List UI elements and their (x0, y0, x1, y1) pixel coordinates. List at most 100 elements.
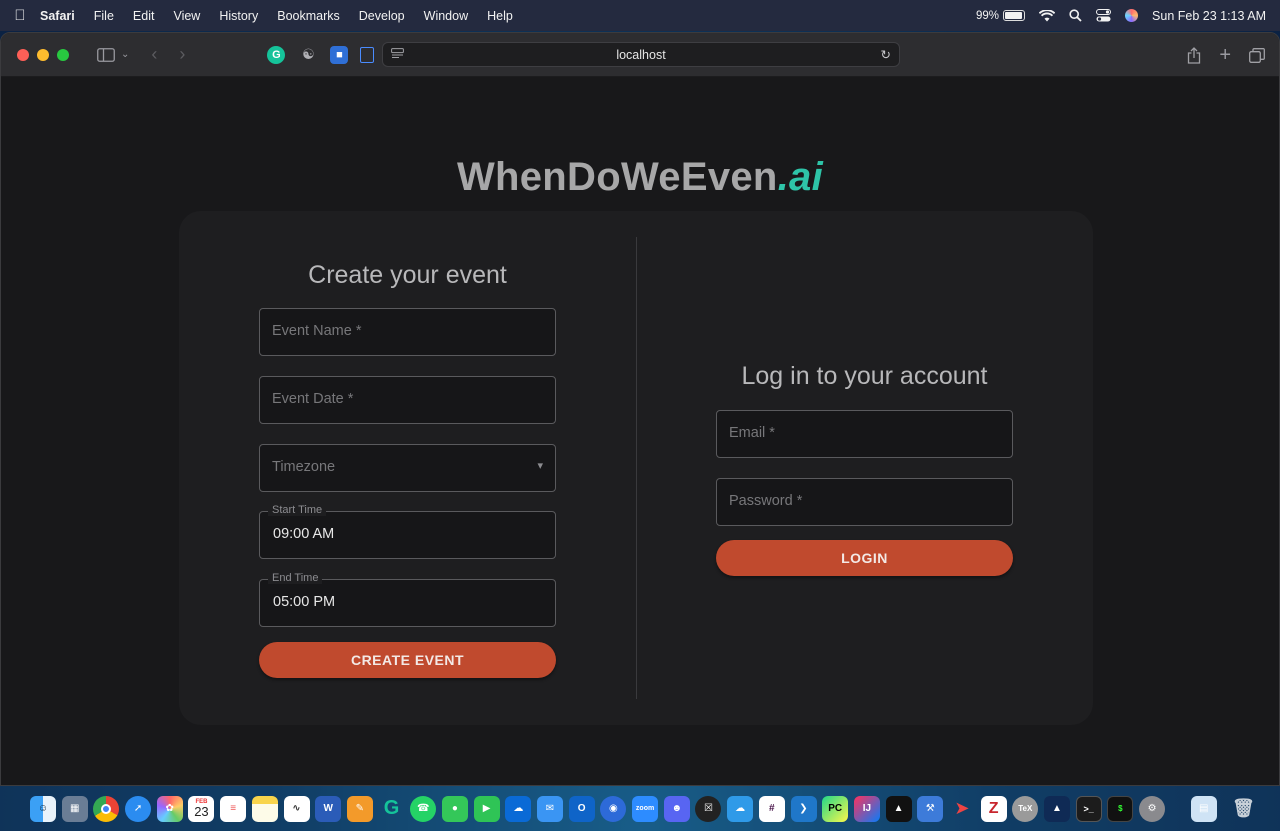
chevron-down-icon: ▾ (537, 460, 543, 472)
menu-history[interactable]: History (219, 9, 258, 23)
vscode-icon[interactable]: ❯ (790, 795, 817, 822)
extension-icon[interactable]: ☯ (299, 46, 317, 64)
end-time-label: End Time (268, 572, 323, 584)
preview-icon[interactable]: ▤ (1190, 795, 1217, 822)
tab-overview-icon[interactable] (1249, 47, 1265, 63)
whatsapp-icon[interactable]: ☎ (410, 795, 437, 822)
page-menu-icon[interactable] (391, 47, 404, 62)
apple-icon[interactable]:  (0, 7, 40, 24)
close-window-button[interactable] (17, 48, 29, 61)
wifi-icon[interactable] (1039, 9, 1056, 22)
window-controls (17, 48, 69, 61)
zoom-icon[interactable]: zoom (632, 795, 659, 822)
siri-icon[interactable] (1125, 9, 1139, 22)
menu-app-safari[interactable]: Safari (40, 9, 75, 23)
timezone-placeholder: Timezone (272, 459, 336, 475)
control-center-icon[interactable] (1096, 9, 1112, 22)
mail-icon[interactable]: ✉ (537, 795, 563, 822)
photos-icon[interactable]: ✿ (156, 795, 183, 822)
chrome-icon[interactable] (93, 795, 120, 822)
menu-help[interactable]: Help (487, 9, 513, 23)
clock[interactable]: Sun Feb 23 1:13 AM (1152, 9, 1266, 23)
slack-icon[interactable]: # (758, 795, 785, 822)
menu-window[interactable]: Window (424, 9, 468, 23)
menu-bar:  Safari File Edit View History Bookmark… (0, 0, 1280, 31)
system-settings-icon[interactable]: ⚙ (1139, 795, 1166, 822)
end-time-input[interactable]: End Time 05:00 PM (259, 572, 556, 627)
grammarly-icon[interactable]: G (379, 796, 405, 822)
outlook-icon[interactable]: O (568, 795, 595, 822)
trash-icon[interactable]: 🗑 (1230, 796, 1256, 822)
browser-toolbar: ⌄ ‹ › G ☯ ■ localhost ↻ + (1, 33, 1279, 77)
login-title: Log in to your account (741, 362, 988, 390)
launchpad-icon[interactable]: ▦ (61, 795, 88, 822)
minimize-window-button[interactable] (37, 48, 49, 61)
icloud-drive-icon[interactable]: ☁ (727, 795, 754, 822)
brand-suffix: .ai (777, 155, 824, 199)
proxyman-icon[interactable]: ◉ (600, 795, 627, 822)
affinity-icon[interactable]: ▲ (1044, 795, 1070, 822)
safari-icon[interactable]: ➚ (125, 795, 152, 822)
address-bar[interactable]: localhost ↻ (382, 42, 900, 67)
intellij-icon[interactable]: IJ (853, 795, 880, 822)
event-name-input[interactable]: Event Name * (259, 308, 556, 356)
battery-status[interactable]: 99% (976, 9, 1026, 22)
menu-edit[interactable]: Edit (133, 9, 155, 23)
start-time-value: 09:00 AM (273, 526, 335, 542)
back-icon[interactable]: ‹ (151, 44, 157, 65)
messages-icon[interactable]: ● (441, 795, 468, 822)
terminal-alt-icon[interactable]: $ (1107, 795, 1134, 822)
main-card: Create your event Event Name * Event Dat… (179, 211, 1093, 725)
password-field[interactable]: Password * (716, 478, 1013, 526)
create-event-title: Create your event (308, 261, 507, 289)
login-button[interactable]: LOGIN (716, 540, 1013, 576)
spotlight-search-icon[interactable] (1069, 9, 1082, 22)
toolbar-right: + (1187, 33, 1265, 77)
battery-icon (1003, 10, 1026, 21)
share-icon[interactable] (1187, 46, 1201, 64)
forward-icon[interactable]: › (179, 44, 185, 65)
instruments-icon[interactable]: ➤ (949, 796, 975, 822)
menu-file[interactable]: File (94, 9, 114, 23)
calendar-icon[interactable]: FEB 23 (188, 795, 215, 822)
start-time-input[interactable]: Start Time 09:00 AM (259, 504, 556, 559)
grammarly-extension-icon[interactable]: G (267, 45, 286, 64)
menu-develop[interactable]: Develop (359, 9, 405, 23)
facetime-icon[interactable]: ▶ (473, 795, 500, 822)
reminders-icon[interactable]: ≡ (220, 795, 247, 822)
zotero-icon[interactable]: Z (980, 795, 1007, 822)
menu-bookmarks[interactable]: Bookmarks (277, 9, 340, 23)
event-name-placeholder: Event Name * (272, 323, 362, 339)
finder-icon[interactable]: ☺ (30, 795, 56, 822)
app-icon[interactable]: ☒ (695, 795, 722, 822)
discord-icon[interactable]: ☻ (663, 795, 690, 822)
column-divider (636, 237, 637, 699)
create-event-button[interactable]: CREATE EVENT (259, 642, 556, 678)
unity-icon[interactable]: ▲ (885, 795, 912, 822)
email-field[interactable]: Email * (716, 410, 1013, 458)
zoom-window-button[interactable] (57, 48, 69, 61)
event-date-input[interactable]: Event Date * (259, 376, 556, 424)
onedrive-icon[interactable]: ☁ (505, 795, 532, 822)
dock: ☺ ▦ ➚ ✿ FEB 23 ≡ ∿ W ✎ G ☎ ● ▶ ☁ ✉ O ◉ z… (0, 786, 1280, 831)
start-time-label: Start Time (268, 504, 327, 516)
timezone-select[interactable]: Timezone ▾ (259, 444, 556, 492)
sidebar-toggle-icon[interactable] (97, 47, 115, 62)
pycharm-icon[interactable]: PC (822, 795, 849, 822)
notes-icon[interactable] (251, 795, 278, 822)
battery-percent: 99% (976, 9, 1000, 22)
new-tab-icon[interactable]: + (1219, 44, 1231, 67)
url-text: localhost (616, 47, 666, 62)
word-icon[interactable]: W (315, 795, 342, 822)
reload-icon[interactable]: ↻ (881, 47, 891, 62)
pages-icon[interactable]: ✎ (346, 795, 373, 822)
menu-view[interactable]: View (173, 9, 200, 23)
terminal-icon[interactable]: >_ (1075, 795, 1102, 822)
shield-extension-icon[interactable]: ■ (330, 45, 349, 64)
web-page: WhenDoWeEven.ai Create your event Event … (1, 77, 1279, 785)
document-extension-icon[interactable] (360, 46, 375, 63)
chevron-down-icon[interactable]: ⌄ (121, 49, 129, 60)
tex-icon[interactable]: TeX (1012, 795, 1039, 822)
freeform-icon[interactable]: ∿ (283, 795, 310, 822)
xcode-icon[interactable]: ⚒ (917, 795, 944, 822)
